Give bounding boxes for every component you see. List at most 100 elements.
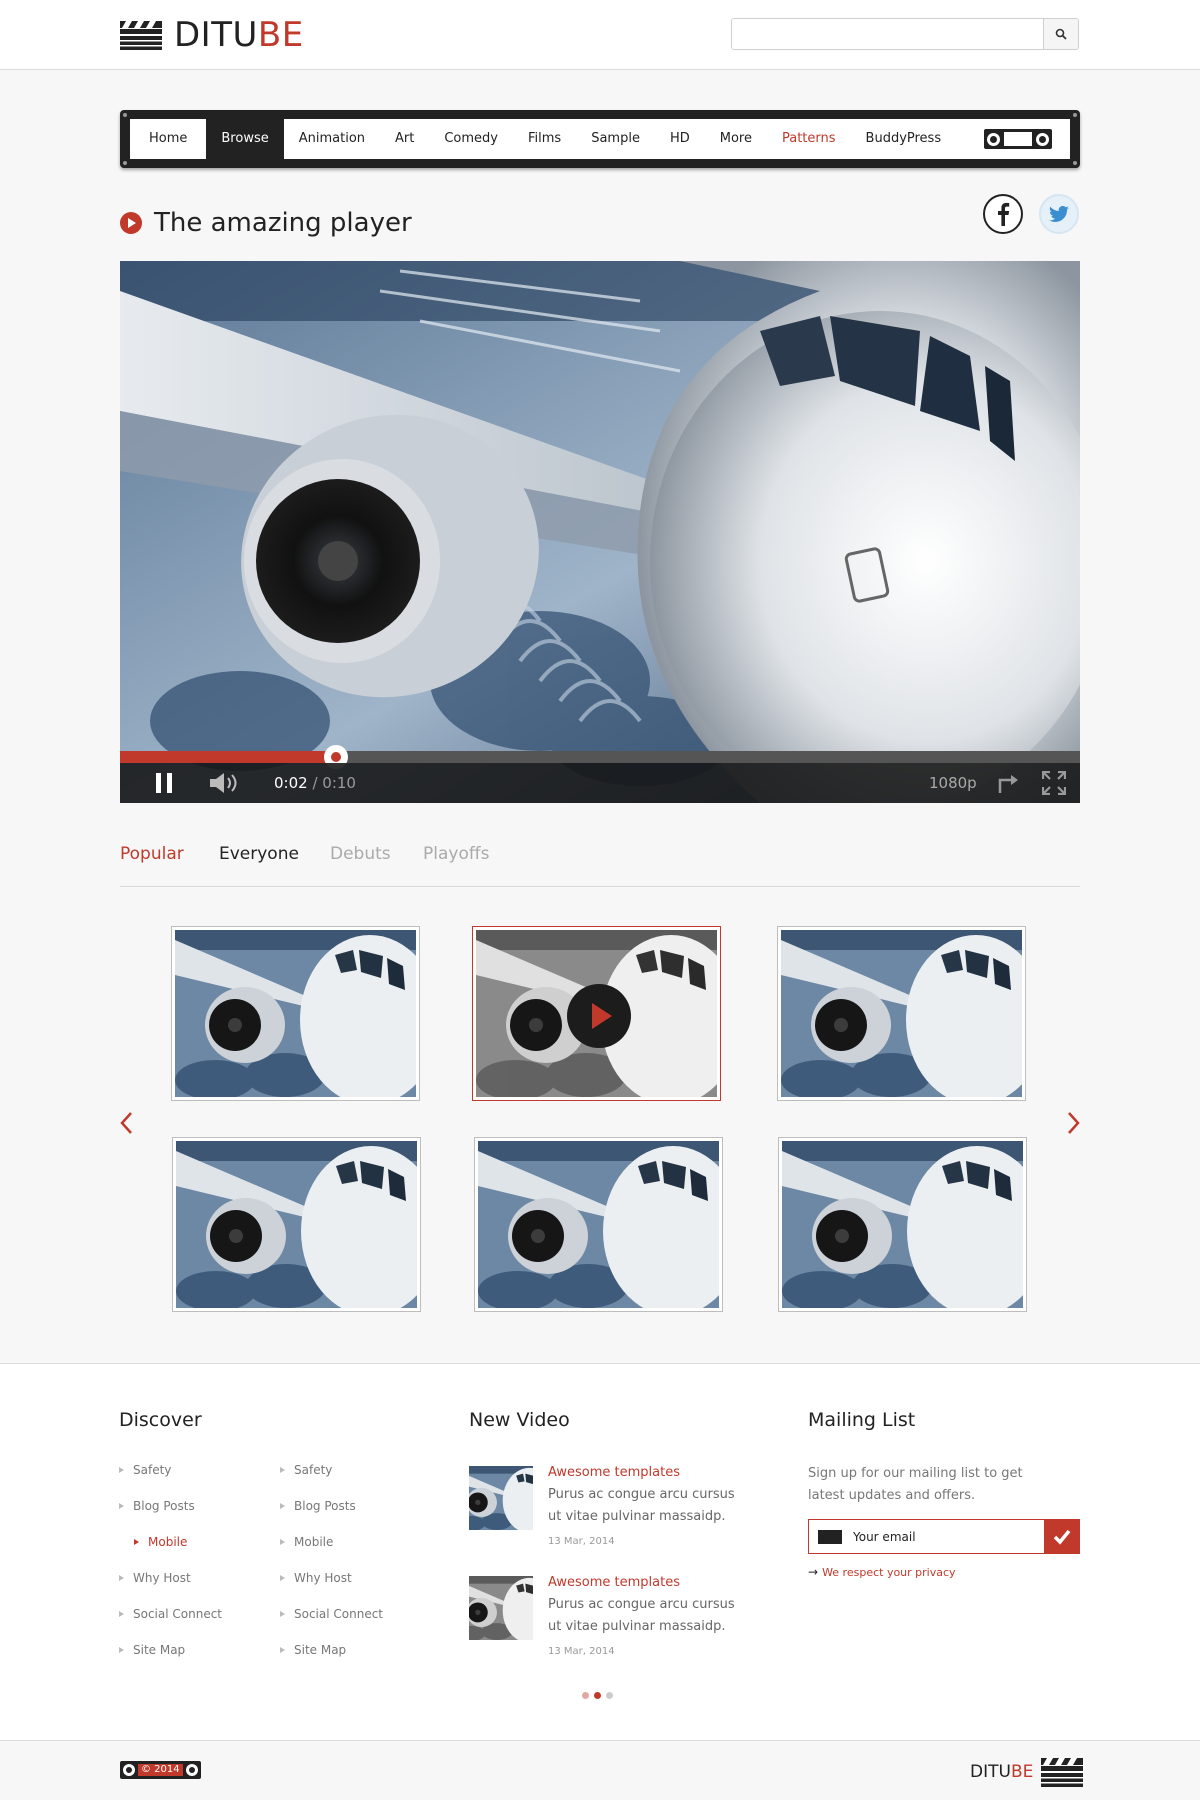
discover-link[interactable]: Site Map: [280, 1643, 346, 1657]
arrow-right-icon: →: [808, 1565, 819, 1579]
thumbnail-image: [476, 930, 717, 1097]
video-player[interactable]: 0:02 / 0:10 1080p: [120, 261, 1080, 803]
new-video-thumbnail[interactable]: [469, 1576, 533, 1640]
reel-icon: [987, 132, 1000, 146]
reel-tape: [1004, 132, 1032, 146]
bullet-icon: [119, 1575, 124, 1581]
nav-reel-toggle[interactable]: [984, 129, 1052, 149]
player-controls: 0:02 / 0:10 1080p: [120, 763, 1080, 803]
nav-item-animation[interactable]: Animation: [284, 119, 380, 159]
chevron-right-icon[interactable]: [1063, 1110, 1083, 1136]
mailing-form: [808, 1519, 1080, 1554]
play-circle-icon: [120, 212, 142, 234]
new-video-thumbnail[interactable]: [469, 1466, 533, 1530]
discover-link[interactable]: Mobile: [280, 1535, 333, 1549]
carousel-dot[interactable]: [606, 1692, 613, 1699]
progress-bar[interactable]: [120, 745, 1080, 769]
video-thumbnail[interactable]: [777, 926, 1026, 1101]
bullet-icon: [280, 1467, 285, 1473]
search-input[interactable]: [732, 19, 1044, 49]
new-video-link[interactable]: Awesome templates: [548, 1575, 680, 1590]
privacy-label: We respect your privacy: [822, 1565, 956, 1579]
bullet-icon: [280, 1575, 285, 1581]
tab-popular[interactable]: Popular: [120, 844, 184, 864]
volume-button[interactable]: [210, 763, 242, 803]
clapperboard-icon: [1041, 1758, 1084, 1787]
tab-everyone[interactable]: Everyone: [219, 844, 299, 864]
time-display: 0:02 / 0:10: [274, 763, 356, 803]
discover-link-label: Site Map: [133, 1643, 186, 1657]
pause-button[interactable]: [156, 763, 172, 803]
nav-rivet: [123, 113, 127, 117]
tab-debuts[interactable]: Debuts: [330, 844, 391, 864]
nav-item-hd[interactable]: HD: [655, 119, 705, 159]
share-icon: [998, 775, 1018, 793]
discover-link[interactable]: Why Host: [119, 1571, 191, 1585]
email-field[interactable]: [853, 1520, 1033, 1553]
video-thumbnail-active[interactable]: [472, 926, 721, 1101]
share-button[interactable]: [996, 763, 1018, 803]
discover-link-label: Mobile: [294, 1535, 334, 1549]
discover-link[interactable]: Why Host: [280, 1571, 352, 1585]
new-video-date: 13 Mar, 2014: [548, 1646, 615, 1657]
thumbnail-picture: [469, 1576, 533, 1640]
fullscreen-button[interactable]: [1042, 763, 1066, 803]
twitter-icon: [1049, 206, 1069, 222]
carousel-dot[interactable]: [582, 1692, 589, 1699]
thumbnail-picture: [469, 1466, 533, 1530]
bullet-icon: [119, 1647, 124, 1653]
thumbnail-image: [176, 1141, 417, 1308]
bullet-icon: [280, 1539, 285, 1545]
thumbnail-image: [782, 1141, 1023, 1308]
carousel-dot-active[interactable]: [594, 1692, 601, 1699]
nav-item-browse[interactable]: Browse: [206, 119, 284, 159]
discover-link-label: Why Host: [294, 1571, 352, 1585]
facebook-button[interactable]: [983, 194, 1023, 234]
nav-item-more[interactable]: More: [705, 119, 767, 159]
duration: / 0:10: [312, 774, 356, 792]
discover-link[interactable]: Site Map: [119, 1643, 185, 1657]
new-video-desc: Purus ac congue arcu cursus ut vitae pul…: [548, 1487, 735, 1524]
video-thumbnail[interactable]: [171, 926, 420, 1101]
privacy-link[interactable]: → We respect your privacy: [808, 1565, 956, 1579]
quality-selector[interactable]: 1080p: [929, 763, 977, 803]
bullet-icon: [134, 1539, 139, 1545]
video-thumbnail[interactable]: [172, 1137, 421, 1312]
twitter-button[interactable]: [1039, 194, 1079, 234]
search-icon: [1055, 28, 1067, 40]
nav-item-comedy[interactable]: Comedy: [429, 119, 513, 159]
discover-link[interactable]: Blog Posts: [119, 1499, 195, 1513]
nav-item-buddypress[interactable]: BuddyPress: [851, 119, 957, 159]
discover-link[interactable]: Blog Posts: [280, 1499, 356, 1513]
nav-item-patterns[interactable]: Patterns: [767, 119, 851, 159]
nav-item-sample[interactable]: Sample: [576, 119, 655, 159]
nav-item-films[interactable]: Films: [513, 119, 576, 159]
search-button[interactable]: [1043, 19, 1078, 49]
video-thumbnail[interactable]: [474, 1137, 723, 1312]
discover-link[interactable]: Safety: [119, 1463, 171, 1477]
video-thumbnail[interactable]: [778, 1137, 1027, 1312]
logo-text-red: BE: [257, 15, 304, 55]
envelope-icon: [818, 1530, 842, 1544]
discover-link-active[interactable]: Mobile: [134, 1535, 187, 1549]
bullet-icon: [119, 1503, 124, 1509]
discover-link[interactable]: Social Connect: [280, 1607, 383, 1621]
nav-item-home[interactable]: Home: [130, 119, 206, 159]
nav-rivet: [123, 161, 127, 165]
site-logo[interactable]: DITUBE: [120, 18, 304, 52]
thumbnail-image: [781, 930, 1022, 1097]
play-icon[interactable]: [567, 984, 631, 1048]
page-title: The amazing player: [154, 208, 412, 238]
new-video-link[interactable]: Awesome templates: [548, 1465, 680, 1480]
footer-logo[interactable]: DITUBE: [970, 1757, 1084, 1787]
video-frame: [120, 261, 1080, 803]
tab-playoffs[interactable]: Playoffs: [423, 844, 489, 864]
nav-item-art[interactable]: Art: [380, 119, 429, 159]
chevron-left-icon[interactable]: [117, 1110, 137, 1136]
reel-icon: [123, 1764, 135, 1776]
subscribe-button[interactable]: [1044, 1519, 1080, 1554]
new-video-desc: Purus ac congue arcu cursus ut vitae pul…: [548, 1597, 735, 1634]
discover-link[interactable]: Social Connect: [119, 1607, 222, 1621]
discover-link-label: Safety: [133, 1463, 172, 1477]
discover-link[interactable]: Safety: [280, 1463, 332, 1477]
